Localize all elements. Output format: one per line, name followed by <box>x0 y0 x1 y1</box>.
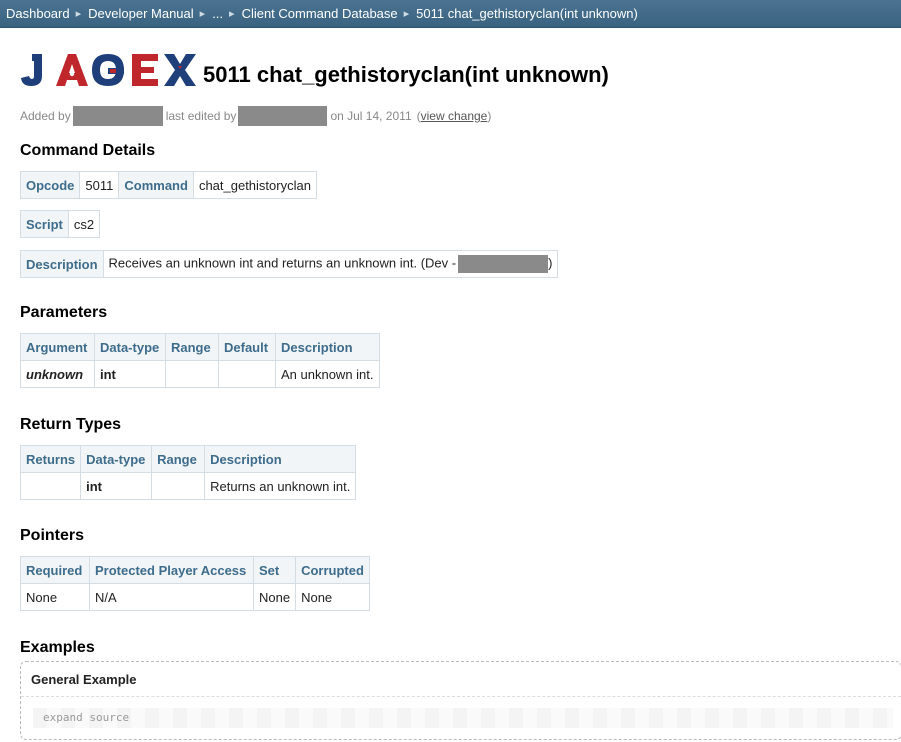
table-cell <box>19 472 82 500</box>
column-header: Default <box>218 333 276 361</box>
column-header: Range <box>151 445 206 473</box>
table-cell: An unknown int. <box>275 360 380 388</box>
description-table: Description Receives an unknown int and … <box>20 250 559 278</box>
column-header: Returns <box>19 445 82 473</box>
breadcrumb-dashboard[interactable]: Dashboard <box>6 6 70 21</box>
column-header: Description <box>275 333 380 361</box>
command-value: chat_gethistoryclan <box>192 171 317 199</box>
return-types-table: Returns Data-type Range Description int … <box>19 445 357 500</box>
edit-date: on Jul 14, 2011 <box>330 109 412 123</box>
redacted-editor <box>238 106 328 126</box>
jagex-logo <box>21 54 196 86</box>
description-value: Receives an unknown int and returns an u… <box>102 250 559 278</box>
table-cell: None <box>252 583 297 611</box>
expand-source-button[interactable]: expand source <box>33 708 893 728</box>
table-row: None N/A None None <box>20 583 371 611</box>
section-examples: Examples <box>20 639 95 656</box>
script-label: Script <box>20 210 69 238</box>
table-row: int Returns an unknown int. <box>19 472 357 500</box>
description-tail: ) <box>548 255 553 271</box>
breadcrumb-developer-manual[interactable]: Developer Manual <box>88 6 194 21</box>
table-row: unknown int An unknown int. <box>20 360 380 388</box>
last-edited-label: last edited by <box>165 109 237 123</box>
section-command-details: Command Details <box>20 142 156 159</box>
paren-close: ) <box>487 109 492 123</box>
code-block: General Example expand source <box>20 661 901 740</box>
column-header: Corrupted <box>295 556 371 584</box>
command-table: Opcode 5011 Command chat_gethistoryclan <box>19 171 317 199</box>
section-return-types: Return Types <box>20 416 122 433</box>
breadcrumb-separator-icon: ▸ <box>75 8 82 20</box>
table-cell: Returns an unknown int. <box>204 472 357 500</box>
command-label: Command <box>118 171 194 199</box>
breadcrumb-separator-icon: ▸ <box>229 8 235 20</box>
code-block-title: General Example <box>31 672 137 687</box>
script-table: Script cs2 <box>20 210 101 238</box>
description-label: Description <box>20 250 104 278</box>
opcode-value: 5011 <box>79 171 120 199</box>
column-header: Required <box>20 556 90 584</box>
column-header: Range <box>165 333 219 361</box>
table-cell <box>165 360 219 388</box>
breadcrumb-current-page[interactable]: 5011 chat_gethistoryclan(int unknown) <box>416 6 638 21</box>
column-header: Argument <box>20 333 95 361</box>
view-change-link[interactable]: view change <box>421 109 488 123</box>
breadcrumb: Dashboard ▸ Developer Manual ▸ ... ▸ Cli… <box>6 6 638 21</box>
added-by-label: Added by <box>20 109 71 123</box>
table-cell: int <box>80 472 153 500</box>
table-cell: unknown <box>20 360 95 388</box>
expand-source-label: expand source <box>43 711 130 724</box>
script-value: cs2 <box>67 210 101 238</box>
divider <box>21 696 901 697</box>
table-cell: N/A <box>89 583 254 611</box>
column-header: Description <box>204 445 357 473</box>
description-text: Receives an unknown int and returns an u… <box>108 255 457 271</box>
parameters-table: Argument Data-type Range Default Descrip… <box>20 333 380 388</box>
column-header: Data-type <box>80 445 153 473</box>
table-cell: int <box>94 360 166 388</box>
table-cell: None <box>20 583 90 611</box>
column-header: Set <box>252 556 297 584</box>
breadcrumb-bar: Dashboard ▸ Developer Manual ▸ ... ▸ Cli… <box>0 0 901 28</box>
column-header: Protected Player Access <box>89 556 254 584</box>
section-pointers: Pointers <box>20 527 85 544</box>
section-parameters: Parameters <box>20 304 108 321</box>
breadcrumb-separator-icon: ▸ <box>403 8 410 20</box>
redacted-author <box>72 106 163 126</box>
breadcrumb-separator-icon: ▸ <box>199 8 206 20</box>
breadcrumb-client-command-database[interactable]: Client Command Database <box>242 6 398 21</box>
pointers-table: Required Protected Player Access Set Cor… <box>20 556 371 611</box>
page-metadata: Added by last edited by on Jul 14, 2011 … <box>20 106 491 126</box>
column-header: Data-type <box>94 333 166 361</box>
table-cell: None <box>295 583 371 611</box>
table-cell <box>151 472 206 500</box>
breadcrumb-ellipsis[interactable]: ... <box>212 6 223 21</box>
page-title: 5011 chat_gethistoryclan(int unknown) <box>203 62 609 87</box>
table-cell <box>218 360 276 388</box>
opcode-label: Opcode <box>19 171 81 199</box>
redacted-developer <box>458 255 549 273</box>
